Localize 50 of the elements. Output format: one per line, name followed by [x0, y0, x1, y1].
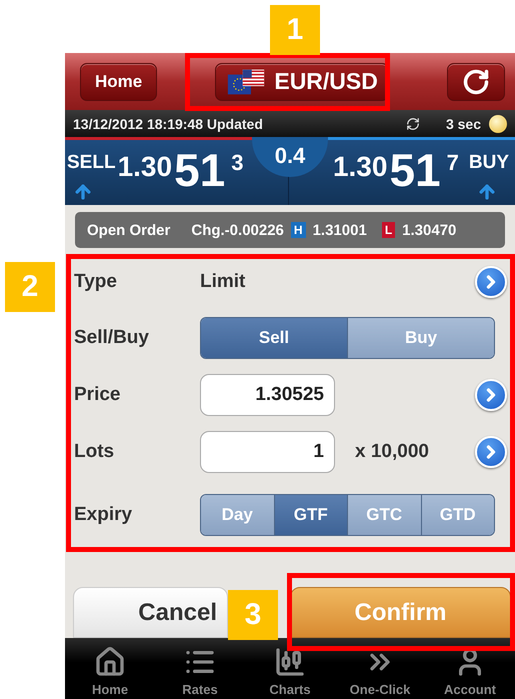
price-base: 1.30	[118, 152, 172, 182]
field-label: Price	[74, 384, 122, 406]
callout-number: 1	[270, 5, 320, 55]
field-label: Expiry	[74, 504, 134, 526]
price-pips: 51	[174, 148, 226, 192]
refresh-interval: 3 sec	[446, 116, 481, 132]
price-fraction: 3	[231, 152, 244, 174]
low-badge: L	[382, 222, 396, 238]
price-base: 1.30	[332, 152, 388, 182]
home-button[interactable]: Home	[80, 62, 158, 100]
field-value: Limit	[200, 271, 246, 294]
field-label: Sell/Buy	[74, 327, 150, 350]
detail-button[interactable]	[475, 266, 507, 298]
callout-number: 2	[5, 262, 55, 312]
price-pips: 51	[389, 148, 441, 192]
low-value: 1.30470	[402, 222, 456, 238]
input-field[interactable]: 1	[200, 430, 335, 473]
tab-bar-item[interactable]: Rates	[155, 638, 245, 699]
tab-bar-item[interactable]: Charts	[245, 638, 335, 699]
candlestick-icon	[274, 646, 306, 678]
tab-bar-item[interactable]: Account	[425, 638, 515, 699]
cancel-button[interactable]: Cancel	[73, 587, 228, 638]
high-value: 1.31001	[312, 222, 367, 238]
price-fraction: 7	[446, 152, 459, 174]
buy-label: BUY	[468, 152, 509, 174]
spread-value: 0.4	[252, 137, 328, 177]
refresh-icon	[462, 68, 490, 96]
segment-button[interactable]: GTF	[274, 495, 347, 536]
refresh-button[interactable]	[447, 62, 505, 100]
status-dot-icon	[489, 114, 507, 132]
detail-button[interactable]	[475, 379, 507, 412]
input-field[interactable]: 1.30525	[200, 374, 335, 416]
high-badge: H	[290, 222, 306, 238]
sync-icon	[406, 116, 420, 130]
detail-button[interactable]	[475, 436, 507, 468]
segment-button[interactable]: Sell	[201, 318, 347, 358]
tab-bar-item[interactable]: Home	[65, 638, 155, 699]
tab-bar-item[interactable]: One-Click	[335, 638, 425, 699]
field-label: Type	[74, 271, 118, 294]
field-label: Lots	[74, 440, 116, 463]
update-time: 13/12/2012 18:19:48 Updated	[73, 116, 263, 132]
flag-icon	[226, 68, 266, 96]
arrow-up-icon	[73, 182, 93, 202]
sell-label: SELL	[67, 152, 116, 174]
unit-label: x 10,000	[355, 440, 429, 463]
open-order-label: Open Order	[87, 222, 170, 238]
arrow-up-icon	[477, 182, 497, 202]
change-value: Chg.-0.00226	[191, 222, 284, 238]
home-icon	[94, 646, 126, 678]
callout-number: 3	[228, 590, 278, 640]
